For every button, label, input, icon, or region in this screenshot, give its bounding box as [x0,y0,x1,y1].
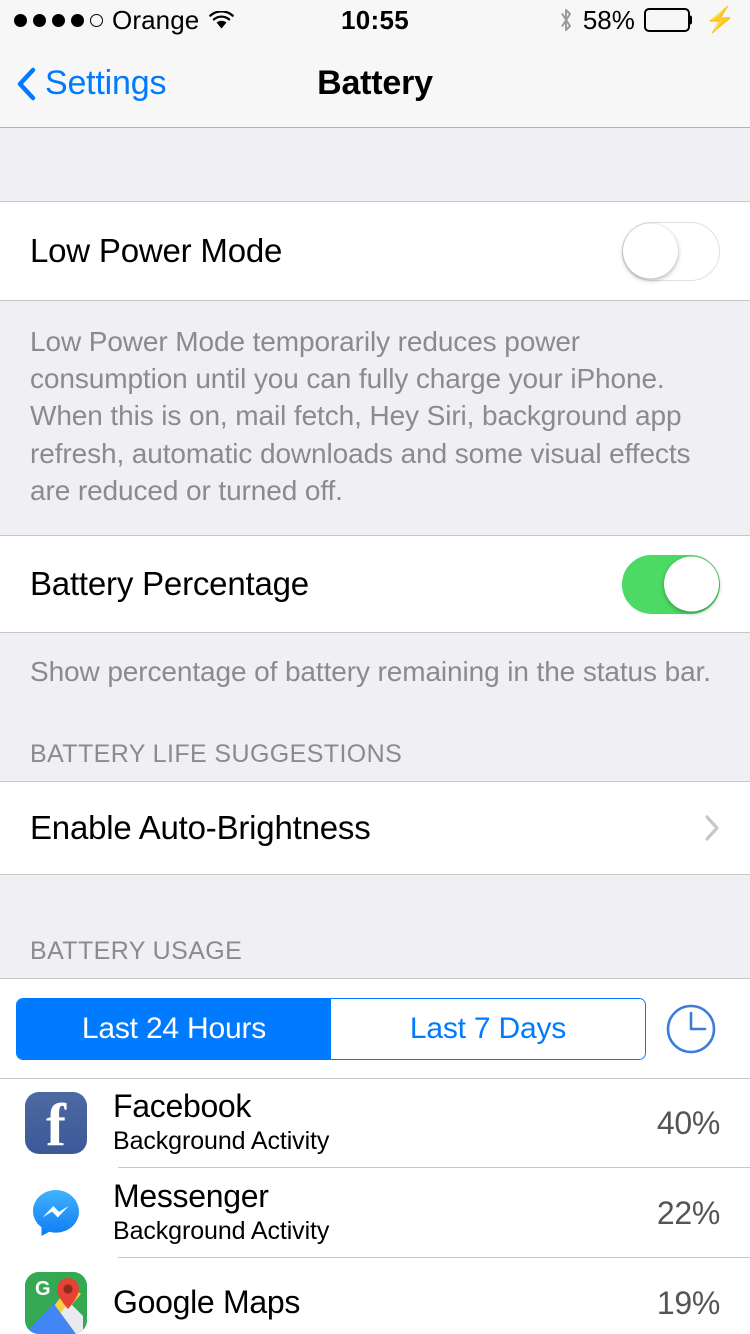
svg-text:G: G [35,1278,51,1300]
bluetooth-icon [558,7,574,33]
battery-icon [643,8,694,32]
tab-last-24-hours[interactable]: Last 24 Hours [17,999,331,1060]
tab-last-7-days[interactable]: Last 7 Days [331,999,645,1060]
usage-range-segmented-control[interactable]: Last 24 Hours Last 7 Days [16,998,646,1061]
enable-auto-brightness-label: Enable Auto-Brightness [30,809,371,847]
app-detail: Background Activity [113,1217,330,1246]
toggle-knob [664,556,719,612]
app-battery-percent: 22% [656,1194,720,1231]
status-bar-left: Orange [14,5,235,36]
signal-strength-dots [14,13,103,27]
battery-life-suggestions-header: BATTERY LIFE SUGGESTIONS [0,714,750,782]
section-gap-top [0,128,750,201]
app-text-block: Google Maps [113,1285,300,1321]
app-detail: Background Activity [113,1127,330,1156]
battery-percent-label: 58% [582,4,635,35]
app-name: Google Maps [113,1284,301,1321]
app-battery-percent: 19% [656,1284,720,1321]
signal-dot-2 [33,13,46,27]
messenger-icon [25,1182,87,1245]
low-power-mode-footnote: Low Power Mode temporarily reduces power… [0,301,750,536]
wifi-icon [208,10,235,30]
battery-percentage-row[interactable]: Battery Percentage [0,535,750,634]
table-row[interactable]: Messenger Background Activity 22% [0,1168,750,1259]
lightning-bolt-icon: ⚡ [704,5,736,34]
toggle-knob [623,223,678,279]
battery-percentage-label: Battery Percentage [30,565,309,603]
signal-dot-1 [14,13,27,27]
battery-usage-app-list: f Facebook Background Activity 40% Messe… [0,1078,750,1334]
clock-icon[interactable] [662,1000,720,1058]
app-battery-percent: 40% [656,1104,720,1141]
carrier-label: Orange [112,4,200,35]
battery-settings-screen: Orange 10:55 58% ⚡ Settings Battery Low … [0,0,750,1334]
back-button[interactable]: Settings [0,64,166,103]
signal-dot-3 [52,13,65,27]
low-power-mode-row[interactable]: Low Power Mode [0,201,750,301]
facebook-icon: f [25,1092,87,1155]
signal-dot-5 [90,13,103,27]
chevron-left-icon [16,67,36,101]
battery-usage-header: BATTERY USAGE [0,915,750,979]
table-row[interactable]: f Facebook Background Activity 40% [0,1078,750,1169]
battery-usage-controls: Last 24 Hours Last 7 Days [0,978,750,1079]
section-gap-usage [0,875,750,916]
navigation-bar: Settings Battery [0,40,750,128]
sidebar-item-enable-auto-brightness[interactable]: Enable Auto-Brightness [0,781,750,876]
signal-dot-4 [71,13,84,27]
table-row[interactable]: G Google Maps 19% [0,1258,750,1334]
google-maps-icon: G [25,1272,87,1334]
low-power-mode-toggle[interactable] [622,221,720,281]
app-name: Facebook [113,1088,252,1125]
status-bar-right: 58% ⚡ [558,5,736,36]
battery-percentage-toggle[interactable] [622,554,720,614]
battery-percentage-footnote: Show percentage of battery remaining in … [0,633,750,715]
low-power-mode-label: Low Power Mode [30,232,283,269]
status-bar: Orange 10:55 58% ⚡ [0,0,750,40]
chevron-right-icon [704,814,720,842]
back-button-label: Settings [45,64,167,102]
app-text-block: Messenger Background Activity [113,1179,329,1247]
app-name: Messenger [113,1178,269,1215]
app-text-block: Facebook Background Activity [113,1089,329,1157]
